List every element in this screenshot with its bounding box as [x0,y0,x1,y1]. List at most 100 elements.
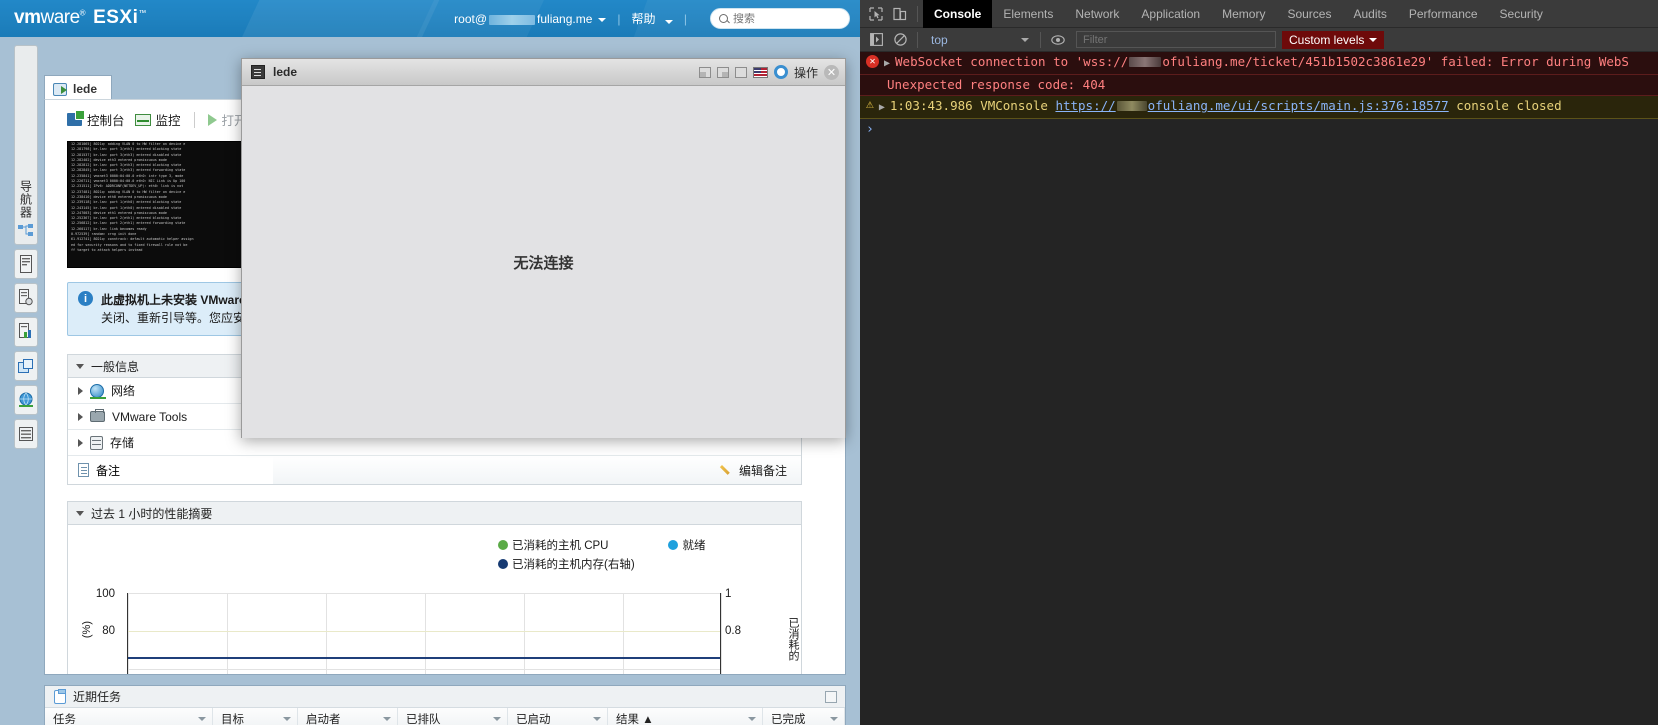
vm-tab[interactable]: lede [44,75,113,99]
task-column-header[interactable]: 已完成 [763,708,845,725]
log-levels-dropdown[interactable]: Custom levels [1282,30,1385,49]
rail-item-host[interactable] [14,249,38,279]
tab-console[interactable]: Console [923,0,993,28]
keyboard-flag-icon[interactable] [752,66,768,78]
task-column-header[interactable]: 已启动 [508,708,608,725]
vmware-logo[interactable]: vmware® ESXi™ [14,7,146,29]
error-text-pre: WebSocket connection to 'wss:// [895,54,1129,69]
row-label: 存储 [110,436,135,450]
search-box[interactable] [710,8,850,29]
edit-notes-label: 编辑备注 [738,463,787,478]
chevron-right-icon[interactable]: ▶ [884,56,890,72]
inspect-element-icon[interactable] [864,2,888,26]
navigator-title: 导航器 [18,180,33,219]
console-filter[interactable] [1076,31,1276,48]
restore-icon[interactable] [698,66,711,78]
device-toolbar-icon[interactable] [888,2,912,26]
actions-label[interactable]: 操作 [794,64,818,81]
fullscreen-icon[interactable] [734,66,747,78]
rail-item-storage[interactable] [14,419,38,449]
storage-icon [19,427,33,441]
monitor-icon [134,113,151,126]
task-column-header[interactable]: 任务 [45,708,213,725]
network-globe-icon [19,392,33,407]
chevron-down-icon[interactable] [283,716,291,721]
rail-item-manage[interactable] [14,283,38,313]
dialog-controls: 操作 ✕ [698,64,839,81]
tab-audits[interactable]: Audits [1342,0,1397,28]
error-text-post: ofuliang.me/ticket/451b1502c3861e29' fai… [1162,54,1629,69]
warn-source: VMConsole [980,98,1048,113]
rail-item-monitor[interactable] [14,317,38,347]
task-column-header[interactable]: 已排队 [398,708,508,725]
dialog-title-bar[interactable]: lede 操作 ✕ [242,59,845,86]
vm-tab-label: lede [73,82,98,96]
console-message-error[interactable]: ✕ ▶ WebSocket connection to 'wss:// ofuli… [860,52,1658,75]
performance-header[interactable]: 过去 1 小时的性能摘要 [68,502,801,525]
monitor-button[interactable]: 监控 [134,110,181,129]
notes-row: 备注 编辑备注 [68,456,801,484]
edit-notes-button[interactable]: 编辑备注 [273,456,801,484]
console-label: 控制台 [87,114,125,128]
chevron-down-icon[interactable] [593,716,601,721]
chevron-down-icon[interactable] [198,716,206,721]
tab-network[interactable]: Network [1064,0,1130,28]
help-menu[interactable]: 帮助 [632,10,673,27]
logo-tm: ™ [138,8,146,18]
chevron-down-icon[interactable] [383,716,391,721]
search-input[interactable] [733,12,841,25]
column-label: 启动者 [306,713,341,725]
row-label: VMware Tools [112,409,188,424]
tab-memory[interactable]: Memory [1211,0,1276,28]
clear-console-icon[interactable] [888,28,912,52]
navigator-tab[interactable]: 导航器 [14,45,38,245]
fit-icon[interactable] [716,66,729,78]
task-column-header[interactable]: 结果 ▲ [608,708,763,725]
filter-input[interactable] [1083,33,1269,46]
chevron-down-icon[interactable] [830,716,838,721]
chevron-down-icon[interactable] [493,716,501,721]
tab-application[interactable]: Application [1130,0,1211,28]
recent-tasks-title: 近期任务 [73,690,122,704]
live-expression-eye-icon[interactable] [1046,28,1070,52]
gear-icon[interactable] [773,65,788,79]
minimize-icon[interactable] [825,691,837,703]
console-message-warning[interactable]: ⚠ ▶ 1:03:43.986 VMConsole https:// ofulia… [860,96,1658,119]
legend-row: 已消耗的主机内存(右轴) [498,556,705,572]
tab-sources[interactable]: Sources [1276,0,1342,28]
chevron-down-icon[interactable] [748,716,756,721]
chevron-down-icon [664,20,673,24]
close-icon[interactable]: ✕ [824,64,839,80]
rail-item-network[interactable] [14,385,38,415]
task-column-header[interactable]: 启动者 [298,708,398,725]
chevron-right-icon[interactable]: ▶ [879,100,885,116]
execution-context-select[interactable]: top [923,33,1035,47]
tab-performance[interactable]: Performance [1398,0,1489,28]
recent-tasks-columns: 任务 目标 启动者 已排队 已启动 结果 ▲ 已完成 [45,708,845,725]
message-text: WebSocket connection to 'wss:// ofuliang.… [895,54,1629,70]
rail-item-vms[interactable] [14,351,38,381]
vm-console-dialog: lede 操作 ✕ 无法连接 [241,58,846,438]
gridline-v [524,593,525,674]
sidebar-toggle-icon[interactable] [864,28,888,52]
row-label: 网络 [111,384,136,398]
notice-text: 此虚拟机上未安装 VMware 关闭、重新引导等。您应安装 [101,291,257,327]
user-menu[interactable]: root@ fuliang.me [454,12,607,26]
general-info-title: 一般信息 [91,359,140,374]
tab-security[interactable]: Security [1489,0,1554,28]
notes-label-cell: 备注 [68,462,273,479]
series-line-cpu [128,631,720,632]
info-icon: i [78,291,93,306]
tab-elements[interactable]: Elements [992,0,1064,28]
chart-legend: 已消耗的主机 CPU 就绪 已消耗的主机内存(右轴) [498,537,705,575]
header-separator: | [683,11,687,26]
gridline-v [425,593,426,674]
chevron-down-icon [1021,37,1029,42]
console-prompt[interactable]: › [860,119,1658,140]
notice-line-2: 关闭、重新引导等。您应安装 [101,311,258,325]
task-column-header[interactable]: 目标 [213,708,298,725]
legend-swatch-memory [498,559,508,569]
console-button[interactable]: 控制台 [67,110,125,129]
source-link[interactable]: https:// ofuliang.me/ui/scripts/main.js:3… [1055,98,1448,113]
navigator-rail: 导航器 [14,45,38,485]
